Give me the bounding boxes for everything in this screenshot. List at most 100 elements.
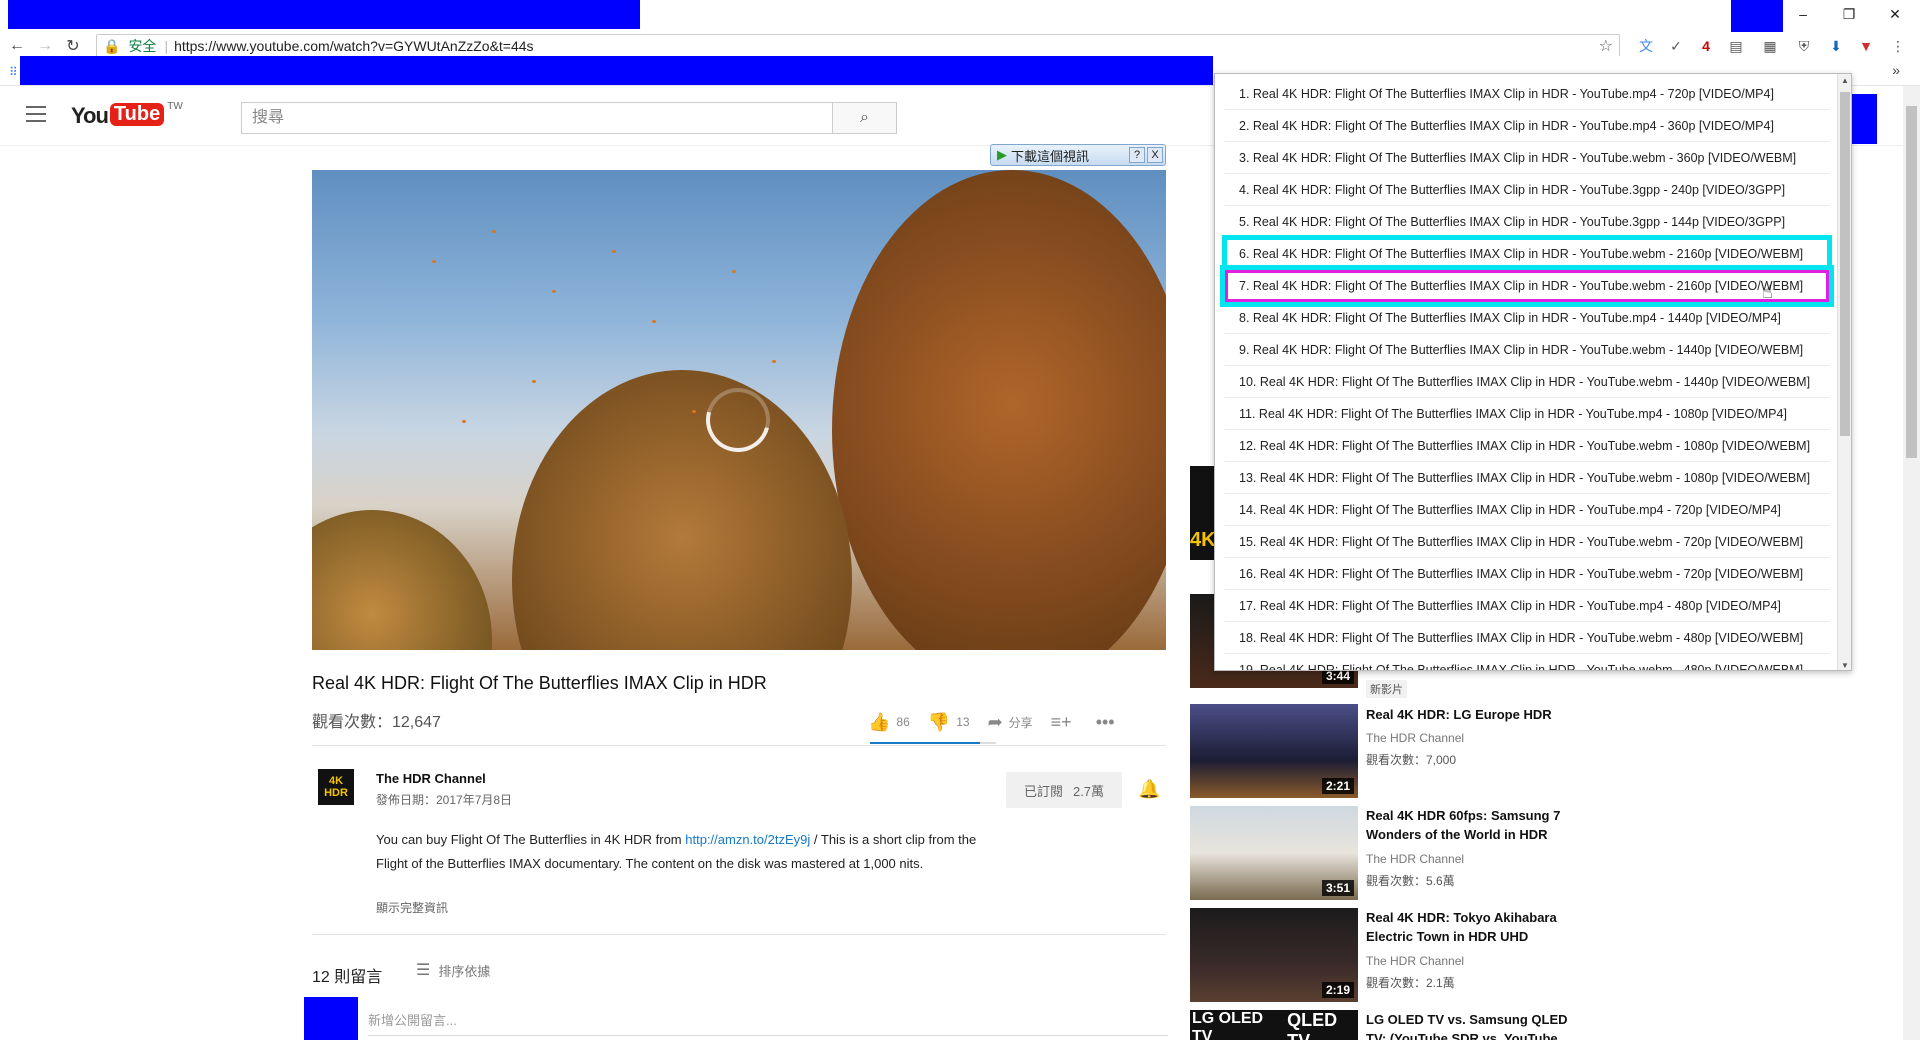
butterfly — [612, 250, 616, 253]
dropdown-scroll-thumb[interactable] — [1840, 92, 1850, 436]
video-title: Real 4K HDR: Flight Of The Butterflies I… — [312, 673, 767, 693]
notes-icon[interactable]: ▤ — [1726, 36, 1746, 56]
close-window-button[interactable]: ✕ — [1872, 0, 1918, 28]
address-bar[interactable]: 🔒 安全 | https://www.youtube.com/watch?v=G… — [96, 34, 1620, 58]
dropdown-scrollbar[interactable]: ▲ ▼ — [1837, 74, 1851, 670]
channel-avatar-bottom: HDR — [324, 787, 348, 799]
like-button[interactable]: 👍 86 — [868, 712, 910, 733]
download-video-widget[interactable]: ▶ 下載這個視訊 ? X — [990, 144, 1166, 166]
save-extension-icon[interactable]: ▼ — [1856, 36, 1876, 56]
video-player[interactable] — [312, 170, 1166, 650]
format-option[interactable]: 5. Real 4K HDR: Flight Of The Butterflie… — [1225, 206, 1829, 238]
format-option[interactable]: 8. Real 4K HDR: Flight Of The Butterflie… — [1225, 302, 1829, 334]
format-option[interactable]: 11. Real 4K HDR: Flight Of The Butterfli… — [1225, 398, 1829, 430]
search-button[interactable]: ⌕ — [833, 102, 897, 134]
format-option[interactable]: 10. Real 4K HDR: Flight Of The Butterfli… — [1225, 366, 1829, 398]
search-input[interactable]: 搜尋 — [241, 102, 833, 134]
share-button[interactable]: ➦ 分享 — [988, 712, 1033, 733]
sidebar-thumbnail[interactable]: 3:51 — [1190, 806, 1358, 900]
omnibox-separator: | — [164, 38, 169, 54]
tree-right — [832, 170, 1166, 650]
forward-icon[interactable]: → — [34, 34, 56, 58]
duration-label: 2:21 — [1321, 778, 1354, 794]
share-label: 分享 — [1008, 715, 1033, 730]
butterfly — [772, 360, 776, 363]
check-icon[interactable]: ✓ — [1666, 36, 1686, 56]
font-extension-icon[interactable]: 4 — [1696, 36, 1716, 56]
channel-name[interactable]: The HDR Channel — [376, 771, 486, 786]
butterfly — [462, 420, 466, 423]
sort-comments-button[interactable]: ☰ 排序依據 — [416, 960, 490, 980]
secure-label: 安全 — [128, 38, 157, 54]
format-option[interactable]: 17. Real 4K HDR: Flight Of The Butterfli… — [1225, 590, 1829, 622]
comment-input[interactable]: 新增公開留言... — [368, 1010, 1168, 1036]
sidebar-video-title[interactable]: Real 4K HDR: LG Europe HDR — [1366, 705, 1576, 724]
hamburger-menu-icon[interactable] — [26, 106, 46, 122]
sidebar-views: 觀看次數：7,000 — [1366, 753, 1457, 767]
sidebar-channel: The HDR Channel — [1366, 731, 1465, 745]
sidebar-thumbnail[interactable]: 2:19 — [1190, 908, 1358, 1002]
sidebar-channel: The HDR Channel — [1366, 954, 1465, 968]
format-option[interactable]: 3. Real 4K HDR: Flight Of The Butterflie… — [1225, 142, 1829, 174]
bookmarks-overflow-icon[interactable]: » — [1892, 62, 1900, 78]
search-icon: ⌕ — [860, 109, 869, 126]
back-icon[interactable]: ← — [6, 34, 28, 58]
format-option[interactable]: 14. Real 4K HDR: Flight Of The Butterfli… — [1225, 494, 1829, 526]
duration-label: 3:51 — [1321, 880, 1354, 896]
download-format-dropdown[interactable]: 1. Real 4K HDR: Flight Of The Butterflie… — [1214, 73, 1852, 671]
screen: – ❐ ✕ ← → ↻ 🔒 安全 | https://www.youtube.c… — [0, 0, 1920, 1040]
publish-date: 發佈日期：2017年7月8日 — [376, 793, 513, 807]
redacted-bookmarks — [20, 56, 1213, 85]
format-option[interactable]: 15. Real 4K HDR: Flight Of The Butterfli… — [1225, 526, 1829, 558]
help-button[interactable]: ? — [1129, 147, 1145, 163]
format-option[interactable]: 6. Real 4K HDR: Flight Of The Butterflie… — [1222, 235, 1832, 273]
format-option[interactable]: 12. Real 4K HDR: Flight Of The Butterfli… — [1225, 430, 1829, 462]
downloader-extension-icon[interactable]: ⬇ — [1826, 36, 1846, 56]
add-to-playlist-button[interactable]: ≡+ — [1051, 712, 1078, 733]
playlist-add-icon: ≡+ — [1050, 711, 1072, 732]
page-scroll-thumb[interactable] — [1906, 106, 1917, 458]
sidebar-thumbnail[interactable]: 2:21 — [1190, 704, 1358, 798]
redacted-user-avatar — [304, 997, 358, 1040]
scroll-down-icon[interactable]: ▼ — [1840, 661, 1850, 670]
minimize-button[interactable]: – — [1780, 0, 1826, 28]
subscribe-button[interactable]: 已訂閱 2.7萬 — [1006, 772, 1122, 808]
subscribe-label: 已訂閱 — [1023, 783, 1063, 799]
notification-bell-icon[interactable]: 🔔 — [1138, 779, 1160, 800]
scroll-up-icon[interactable]: ▲ — [1840, 76, 1850, 85]
widget-close-button[interactable]: X — [1147, 147, 1163, 163]
format-option[interactable]: 9. Real 4K HDR: Flight Of The Butterflie… — [1225, 334, 1829, 366]
format-option[interactable]: 19. Real 4K HDR: Flight Of The Butterfli… — [1225, 654, 1829, 670]
show-more-button[interactable]: 顯示完整資訊 — [376, 899, 448, 916]
sidebar-channel: The HDR Channel — [1366, 852, 1465, 866]
format-option[interactable]: 18. Real 4K HDR: Flight Of The Butterfli… — [1225, 622, 1829, 654]
video-description: You can buy Flight Of The Butterflies in… — [376, 828, 996, 884]
format-option[interactable]: 13. Real 4K HDR: Flight Of The Butterfli… — [1225, 462, 1829, 494]
dislike-button[interactable]: 👎 13 — [928, 712, 970, 733]
duration-label: 2:19 — [1321, 982, 1354, 998]
more-actions-button[interactable]: ••• — [1096, 712, 1121, 733]
youtube-logo[interactable]: You Tube TW — [71, 101, 183, 129]
sidebar-video-title[interactable]: Real 4K HDR: Tokyo Akihabara Electric To… — [1366, 908, 1576, 946]
format-option[interactable]: 1. Real 4K HDR: Flight Of The Butterflie… — [1225, 78, 1829, 110]
reload-icon[interactable]: ↻ — [62, 34, 84, 58]
format-option[interactable]: 16. Real 4K HDR: Flight Of The Butterfli… — [1225, 558, 1829, 590]
restore-button[interactable]: ❐ — [1826, 0, 1872, 28]
grid-extension-icon[interactable]: ▦ — [1760, 36, 1780, 56]
browser-menu-icon[interactable]: ⋮ — [1888, 36, 1908, 56]
apps-icon[interactable]: ⠿ — [9, 65, 18, 79]
lock-icon: 🔒 — [103, 37, 121, 54]
format-option[interactable]: 7. Real 4K HDR: Flight Of The Butterflie… — [1225, 270, 1829, 302]
sidebar-thumbnail[interactable]: LG OLED TV QLED TV — [1190, 1010, 1358, 1040]
format-option[interactable]: 2. Real 4K HDR: Flight Of The Butterflie… — [1225, 110, 1829, 142]
sidebar-video-title[interactable]: Real 4K HDR 60fps: Samsung 7 Wonders of … — [1366, 806, 1576, 844]
translate-icon[interactable]: 文 — [1636, 36, 1656, 56]
description-link[interactable]: http://amzn.to/2tzEy9j — [685, 832, 810, 847]
bookmark-star-icon[interactable]: ☆ — [1599, 36, 1613, 56]
shield-icon[interactable]: ⛨ — [1794, 36, 1814, 56]
format-option[interactable]: 4. Real 4K HDR: Flight Of The Butterflie… — [1225, 174, 1829, 206]
sidebar-video-title[interactable]: LG OLED TV vs. Samsung QLED TV: (YouTube… — [1366, 1010, 1576, 1040]
page-scrollbar[interactable] — [1903, 86, 1920, 1040]
channel-avatar[interactable]: 4K HDR — [318, 769, 354, 805]
tree-left — [312, 510, 492, 650]
